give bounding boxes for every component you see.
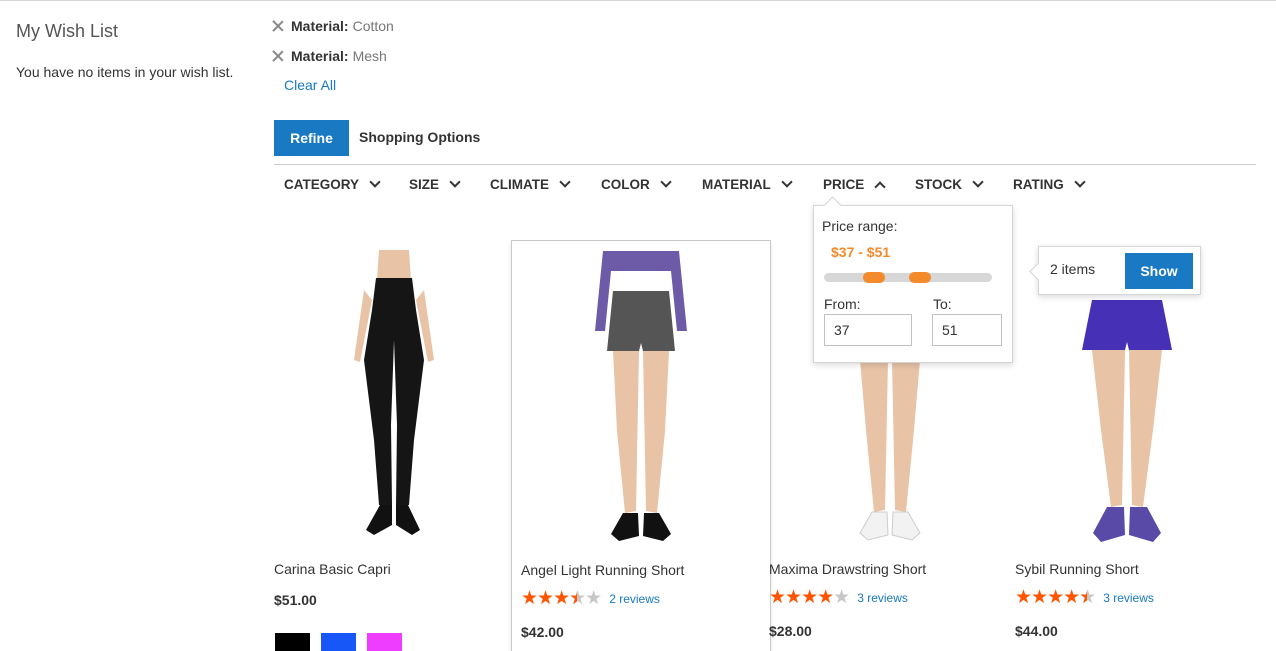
reviews-link[interactable]: 3 reviews (857, 591, 908, 605)
wishlist-empty-text: You have no items in your wish list. (16, 64, 234, 80)
filter-price[interactable]: PRICE (823, 177, 886, 193)
product-rating: ★★★★★★ 2 reviews (521, 588, 660, 609)
chevron-down-icon (559, 176, 571, 188)
swatch-black[interactable] (275, 633, 310, 651)
refine-tab[interactable]: Refine (274, 120, 349, 156)
from-label: From: (824, 296, 861, 312)
price-from-input[interactable] (824, 314, 912, 346)
filter-price-label: PRICE (823, 177, 865, 192)
product-image[interactable] (1027, 250, 1227, 550)
price-to-input[interactable] (932, 314, 1002, 346)
filter-value: Cotton (352, 18, 394, 34)
product-card[interactable]: Carina Basic Capri $51.00 (264, 240, 524, 651)
filter-rating[interactable]: RATING (1013, 176, 1086, 192)
product-image[interactable] (541, 251, 741, 551)
chevron-down-icon (660, 176, 672, 188)
chevron-down-icon (1074, 176, 1086, 188)
active-filters: Material: Cotton Material: Mesh Clear Al… (271, 11, 394, 95)
product-card[interactable]: Angel Light Running Short ★★★★★★ 2 revie… (511, 240, 771, 651)
filter-value: Mesh (352, 48, 387, 64)
price-range-label: Price range: (822, 218, 898, 234)
filter-size-label: SIZE (409, 177, 440, 192)
filter-stock-label: STOCK (915, 177, 963, 192)
product-price: $42.00 (521, 624, 564, 640)
filter-label: Material: (291, 48, 349, 64)
product-price: $28.00 (769, 623, 812, 639)
remove-filter-icon[interactable] (271, 49, 285, 63)
filter-color-label: COLOR (601, 177, 650, 192)
to-label: To: (933, 296, 952, 312)
rating-stars-icon: ★★★★★★ (521, 588, 602, 609)
price-filter-popover: Price range: $37 - $51 From: To: (813, 205, 1013, 363)
product-price: $51.00 (274, 592, 317, 608)
filter-material[interactable]: MATERIAL (702, 176, 793, 192)
price-slider[interactable] (824, 272, 992, 283)
results-count: 2 items (1050, 261, 1096, 277)
filter-label: Material: (291, 18, 349, 34)
chevron-up-icon (874, 181, 886, 193)
reviews-link[interactable]: 3 reviews (1103, 591, 1154, 605)
shopping-options-tab[interactable]: Shopping Options (359, 129, 480, 145)
reviews-link[interactable]: 2 reviews (609, 592, 660, 606)
chevron-down-icon (972, 176, 984, 188)
rating-stars-icon: ★★★★★ (769, 587, 850, 608)
show-button[interactable]: Show (1125, 253, 1193, 289)
swatch-pink[interactable] (367, 633, 402, 651)
active-filter-item: Material: Cotton (271, 11, 394, 41)
filter-rating-label: RATING (1013, 177, 1064, 192)
filter-stock[interactable]: STOCK (915, 176, 984, 192)
chevron-down-icon (449, 176, 461, 188)
price-range-value: $37 - $51 (831, 244, 891, 260)
filter-size[interactable]: SIZE (409, 176, 461, 192)
price-slider-min-handle[interactable] (863, 272, 886, 283)
product-card[interactable]: Sybil Running Short ★★★★★★ 3 reviews $44… (1005, 240, 1270, 651)
product-name[interactable]: Carina Basic Capri (274, 561, 391, 577)
price-slider-max-handle[interactable] (908, 272, 931, 283)
rating-stars-icon: ★★★★★★ (1015, 587, 1096, 608)
product-name[interactable]: Angel Light Running Short (521, 562, 684, 578)
product-name[interactable]: Sybil Running Short (1015, 561, 1139, 577)
clear-all-link[interactable]: Clear All (284, 77, 336, 93)
active-filter-item: Material: Mesh (271, 41, 394, 71)
product-rating: ★★★★★ 3 reviews (769, 587, 908, 608)
filter-tabs: Refine Shopping Options (274, 120, 1256, 165)
color-swatches (275, 633, 402, 651)
wishlist-title: My Wish List (16, 21, 119, 41)
product-name[interactable]: Maxima Drawstring Short (769, 561, 926, 577)
filter-category-label: CATEGORY (284, 177, 360, 192)
product-image[interactable] (294, 250, 494, 550)
filter-material-label: MATERIAL (702, 177, 771, 192)
show-results-popup: 2 items Show (1038, 246, 1201, 295)
filter-climate[interactable]: CLIMATE (490, 176, 571, 192)
wishlist-block: My Wish List You have no items in your w… (16, 21, 256, 80)
swatch-blue[interactable] (321, 633, 356, 651)
chevron-down-icon (369, 176, 381, 188)
product-price: $44.00 (1015, 623, 1058, 639)
remove-filter-icon[interactable] (271, 19, 285, 33)
product-rating: ★★★★★★ 3 reviews (1015, 587, 1154, 608)
chevron-down-icon (781, 176, 793, 188)
filter-category[interactable]: CATEGORY (284, 176, 381, 192)
filter-climate-label: CLIMATE (490, 177, 549, 192)
filter-color[interactable]: COLOR (601, 176, 672, 192)
